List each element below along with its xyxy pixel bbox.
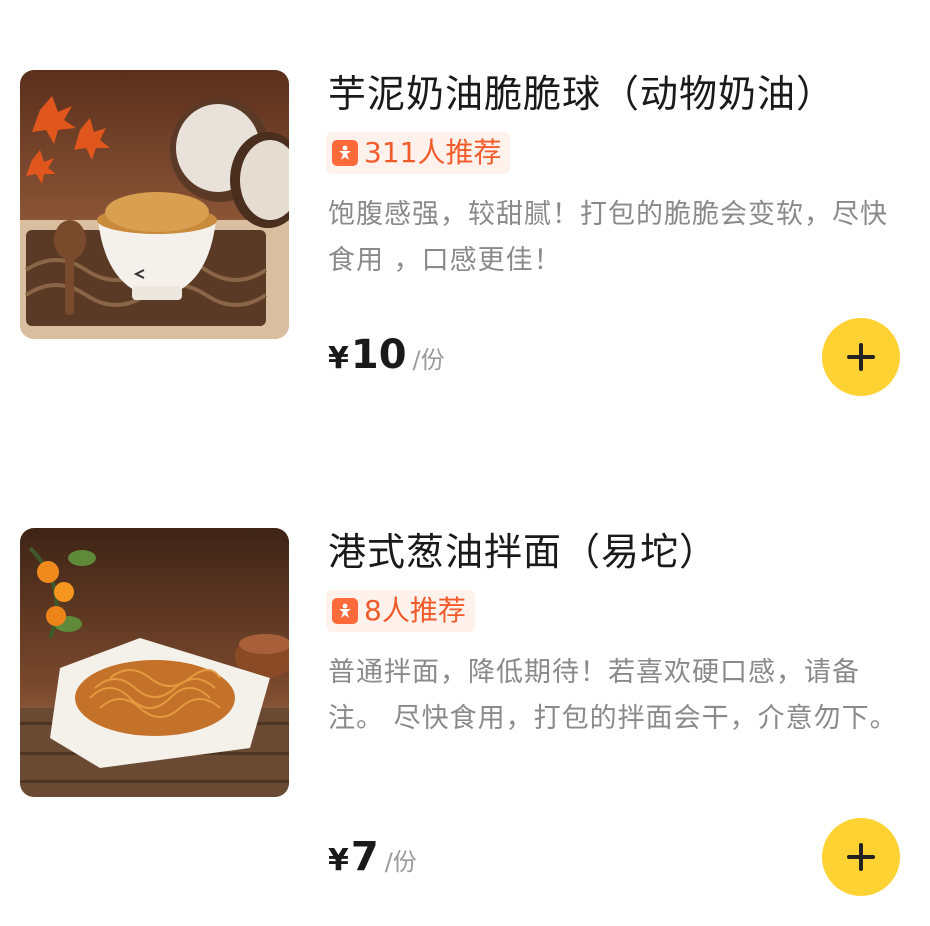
recommend-count: 8人推荐 — [364, 594, 466, 627]
product-image-taro-crisp-balls[interactable] — [20, 70, 289, 339]
product-title: 芋泥奶油脆脆球（动物奶油） — [328, 72, 836, 116]
price-unit: /份 — [412, 346, 445, 374]
recommend-count: 311人推荐 — [364, 136, 502, 169]
recommend-badge: 311人推荐 — [326, 132, 511, 174]
recommend-person-icon — [332, 598, 358, 624]
recommend-person-icon — [332, 140, 358, 166]
product-description: 普通拌面，降低期待！若喜欢硬口感，请备注。 尽快食用，打包的拌面会干，介意勿下。 — [328, 657, 898, 734]
add-to-cart-button[interactable] — [822, 818, 900, 896]
price-row: ¥7 /份 — [328, 834, 417, 880]
product-description: 饱腹感强，较甜腻！打包的脆脆会变软，尽快食用 ，口感更佳！ — [328, 199, 888, 276]
price: ¥7 — [328, 834, 379, 880]
taro-crisp-balls-illustration — [20, 70, 289, 339]
price-row: ¥10 /份 — [328, 332, 445, 378]
menu-item[interactable]: 港式葱油拌面（易坨） 8人推荐 普通拌面，降低期待！若喜欢硬口感，请备注。 尽快… — [0, 528, 930, 908]
price: ¥10 — [328, 332, 407, 378]
price-unit: /份 — [384, 848, 417, 876]
product-title: 港式葱油拌面（易坨） — [328, 530, 719, 574]
recommend-badge: 8人推荐 — [326, 590, 475, 632]
add-to-cart-button[interactable] — [822, 318, 900, 396]
scallion-oil-noodles-illustration — [20, 528, 289, 797]
product-image-scallion-oil-noodles[interactable] — [20, 528, 289, 797]
plus-icon — [847, 343, 875, 371]
plus-icon — [847, 843, 875, 871]
menu-item[interactable]: 芋泥奶油脆脆球（动物奶油） 311人推荐 饱腹感强，较甜腻！打包的脆脆会变软，尽… — [0, 70, 930, 400]
